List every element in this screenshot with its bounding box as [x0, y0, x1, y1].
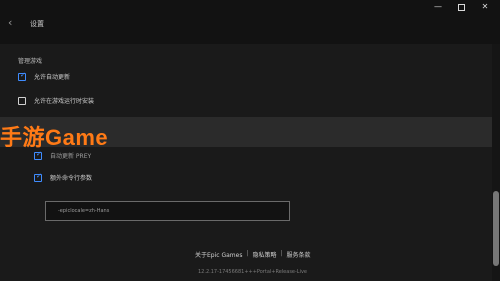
- auto-update-prey-label: 自动更新 PREY: [50, 153, 92, 160]
- vertical-scrollbar[interactable]: [492, 44, 500, 281]
- terms-of-service-link[interactable]: 服务条款: [287, 250, 311, 259]
- version-text: 12.2.17-17456681+++Portal+Release-Live: [198, 269, 308, 275]
- close-icon[interactable]: ✕: [480, 2, 490, 12]
- maximize-icon[interactable]: [458, 4, 465, 11]
- window-controls: — ✕: [433, 2, 490, 12]
- auto-update-prey-checkbox[interactable]: [34, 150, 42, 160]
- command-line-args-input[interactable]: -epiclocale=zh-Hans: [45, 201, 290, 221]
- titlebar: ‹ 设置 — ✕: [0, 0, 500, 44]
- allow-install-while-running-label: 允许在游戏运行时安装: [34, 98, 95, 105]
- allow-auto-update-row[interactable]: 允许自动更新: [18, 71, 71, 81]
- minimize-icon[interactable]: —: [433, 2, 443, 12]
- footer-separator: |: [280, 250, 283, 257]
- manage-games-title: 管理游戏: [18, 58, 43, 65]
- settings-content: 管理游戏 允许自动更新 允许在游戏运行时安装 自动更新 PREY 额外命令行参数: [0, 44, 500, 281]
- extra-command-line-args-row[interactable]: 额外命令行参数: [34, 172, 93, 182]
- allow-auto-update-checkbox[interactable]: [18, 71, 26, 81]
- extra-command-line-args-label: 额外命令行参数: [50, 175, 93, 182]
- scrollbar-thumb[interactable]: [493, 191, 499, 266]
- command-line-args-value: -epiclocale=zh-Hans: [58, 208, 110, 214]
- about-epic-games-link[interactable]: 关于Epic Games: [195, 250, 242, 259]
- footer-links: 关于Epic Games | 隐私策略 | 服务条款: [195, 250, 311, 259]
- footer-separator: |: [246, 250, 249, 257]
- allow-auto-update-label: 允许自动更新: [34, 74, 71, 81]
- page-title: 设置: [30, 20, 44, 28]
- auto-update-prey-row[interactable]: 自动更新 PREY: [34, 150, 92, 160]
- allow-install-while-running-row[interactable]: 允许在游戏运行时安装: [18, 96, 94, 105]
- extra-command-line-args-checkbox[interactable]: [34, 172, 42, 182]
- watermark-logo: 手游Game: [0, 125, 109, 150]
- allow-install-while-running-checkbox[interactable]: [18, 96, 26, 105]
- back-icon[interactable]: ‹: [8, 17, 18, 29]
- privacy-policy-link[interactable]: 隐私策略: [253, 250, 277, 259]
